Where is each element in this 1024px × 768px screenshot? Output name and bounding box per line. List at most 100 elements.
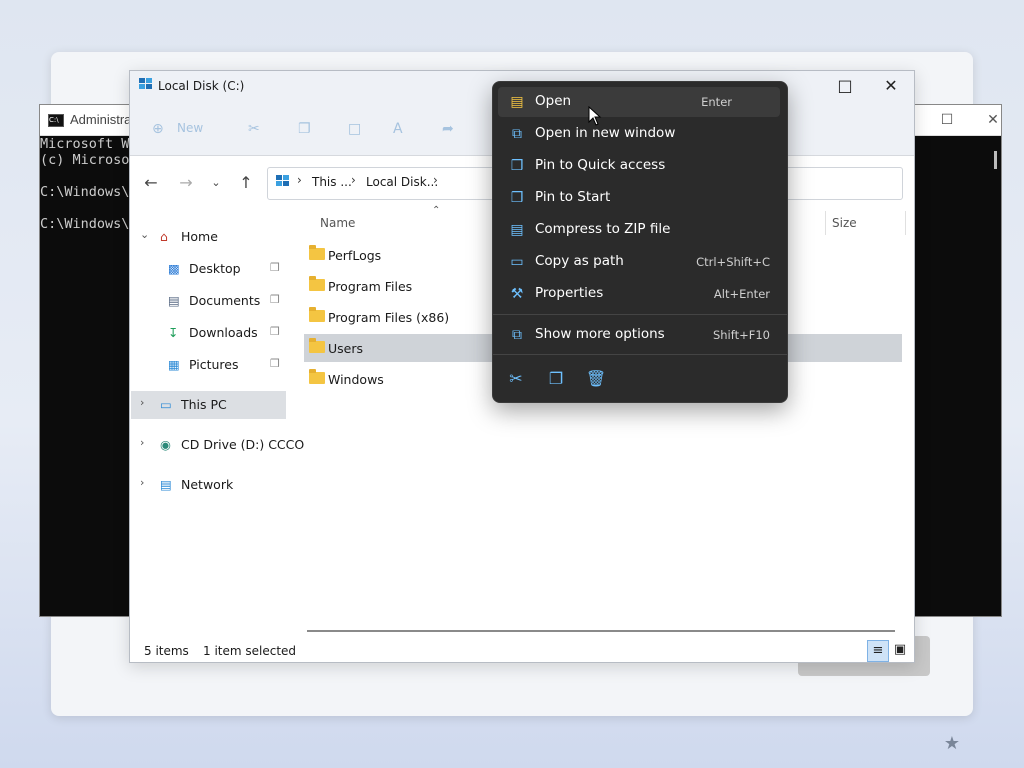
folder-icon [309,276,325,291]
chevron-right-icon[interactable]: › [140,396,144,409]
menu-item-label: Pin to Quick access [535,157,666,173]
delete-icon[interactable]: 🗑 [585,368,607,390]
details-view-icon[interactable]: ≡ [867,640,889,662]
copy-icon[interactable]: ❐ [545,368,567,390]
chevron-right-icon[interactable]: › [297,173,302,187]
breadcrumb-this-pc[interactable]: This ... [312,175,352,189]
menu-item-label: Properties [535,285,604,301]
maximize-icon[interactable]: ☐ [924,105,970,135]
cmd-icon: C:\ [48,114,64,127]
sidebar-item-network[interactable]: › ▤ Network [130,470,290,498]
menu-item-label: Open [535,93,572,109]
menu-item-open-new-window[interactable]: ⧉ Open in new window [498,119,780,149]
sidebar-item-pictures[interactable]: ▦ Pictures ❒ [130,350,290,378]
sidebar-item-label: Pictures [189,357,239,372]
chevron-down-icon[interactable]: ⌄ [140,228,149,241]
menu-item-compress-zip[interactable]: ▤ Compress to ZIP file [498,215,780,245]
sidebar-item-cd-drive[interactable]: › ◉ CD Drive (D:) CCCO [130,430,304,458]
up-icon[interactable]: ↑ [236,173,256,193]
sort-ascending-icon: ⌃ [432,205,441,216]
file-name: Program Files [328,279,413,294]
status-item-count: 5 items [144,644,189,658]
forward-icon[interactable]: → [176,173,196,193]
home-icon: ⌂ [160,229,168,244]
chevron-right-icon[interactable]: › [433,173,438,187]
pin-icon[interactable]: ❒ [270,357,280,370]
column-divider[interactable] [905,211,906,235]
rename-icon[interactable]: A [393,121,403,137]
chevron-right-icon[interactable]: › [140,476,144,489]
folder-icon [309,307,325,322]
sidebar-item-downloads[interactable]: ↧ Downloads ❒ [130,318,290,346]
sidebar-item-this-pc[interactable]: › ▭ This PC [130,390,290,418]
sidebar-item-label: Network [181,477,234,492]
sidebar-item-home[interactable]: ⌄ ⌂ Home [130,222,290,250]
menu-item-copy-as-path[interactable]: ▭ Copy as path Ctrl+Shift+C [498,247,780,277]
menu-item-shortcut: Ctrl+Shift+C [696,255,770,269]
horizontal-scrollbar[interactable] [307,630,895,632]
close-icon[interactable]: ✕ [970,105,1016,135]
drive-icon [139,78,152,89]
menu-item-shortcut: Alt+Enter [713,287,770,301]
copy-path-icon: ▭ [510,254,524,270]
menu-item-label: Copy as path [535,253,624,269]
mouse-cursor-icon [588,106,602,126]
tiles-view-icon[interactable]: ▣ [890,640,910,660]
folder-icon [309,338,325,353]
sidebar-item-documents[interactable]: ▤ Documents ❒ [130,286,290,314]
back-icon[interactable]: ← [141,173,161,193]
sidebar-item-label: CD Drive (D:) CCCO [181,437,305,452]
share-icon[interactable]: ➦ [442,121,454,137]
accessibility-icon[interactable]: ★ [940,732,964,756]
column-divider[interactable] [825,211,826,235]
menu-item-shortcut: Enter [701,95,732,109]
more-options-icon: ⧉ [512,327,522,343]
new-button[interactable]: ⊕ [152,121,164,137]
menu-item-open[interactable]: ▤ Open Enter [498,87,780,117]
cut-icon[interactable]: ✂ [248,121,260,137]
context-menu: ▤ Open Enter ⧉ Open in new window ❒ Pin … [492,81,788,403]
breadcrumb-local-disk[interactable]: Local Disk... [366,175,438,189]
recent-locations-icon[interactable]: ⌄ [206,173,226,193]
cut-icon[interactable]: ✂ [505,368,527,390]
computer-icon: ▭ [160,397,172,412]
this-pc-icon [276,175,289,186]
file-name: Windows [328,372,384,387]
menu-item-label: Pin to Start [535,189,611,205]
sidebar-item-label: Desktop [189,261,241,276]
status-selection: 1 item selected [203,644,297,658]
pin-icon[interactable]: ❒ [270,293,280,306]
explorer-title: Local Disk (C:) [158,79,245,93]
menu-item-show-more-options[interactable]: ⧉ Show more options Shift+F10 [498,320,780,350]
sidebar-item-desktop[interactable]: ▩ Desktop ❒ [130,254,290,282]
paste-icon[interactable]: □ [348,121,361,137]
desktop-icon: ▩ [168,261,180,276]
menu-item-pin-quick-access[interactable]: ❒ Pin to Quick access [498,151,780,181]
folder-icon [309,245,325,260]
pin-icon: ❒ [510,190,524,206]
pin-icon[interactable]: ❒ [270,325,280,338]
file-name: Program Files (x86) [328,310,450,325]
wrench-icon: ⚒ [510,286,524,302]
column-header-name[interactable]: Name [320,216,355,230]
menu-item-label: Open in new window [535,125,676,141]
documents-icon: ▤ [168,293,180,308]
chevron-right-icon[interactable]: › [351,173,356,187]
column-header-size[interactable]: Size [832,216,857,230]
menu-item-properties[interactable]: ⚒ Properties Alt+Enter [498,279,780,309]
cmd-title: Administrat [70,112,136,127]
cmd-scrollbar[interactable] [994,151,997,169]
file-name: PerfLogs [328,248,382,263]
pictures-icon: ▦ [168,357,180,372]
close-icon[interactable]: ✕ [868,71,914,103]
new-button-label: New [177,121,204,135]
sidebar-item-label: This PC [181,397,227,412]
menu-item-pin-start[interactable]: ❒ Pin to Start [498,183,780,213]
chevron-right-icon[interactable]: › [140,436,144,449]
sidebar-item-label: Documents [189,293,261,308]
pin-icon[interactable]: ❒ [270,261,280,274]
file-name: Users [328,341,364,356]
maximize-icon[interactable]: □ [822,71,868,103]
menu-divider [493,354,787,355]
copy-icon[interactable]: ❐ [298,121,311,137]
